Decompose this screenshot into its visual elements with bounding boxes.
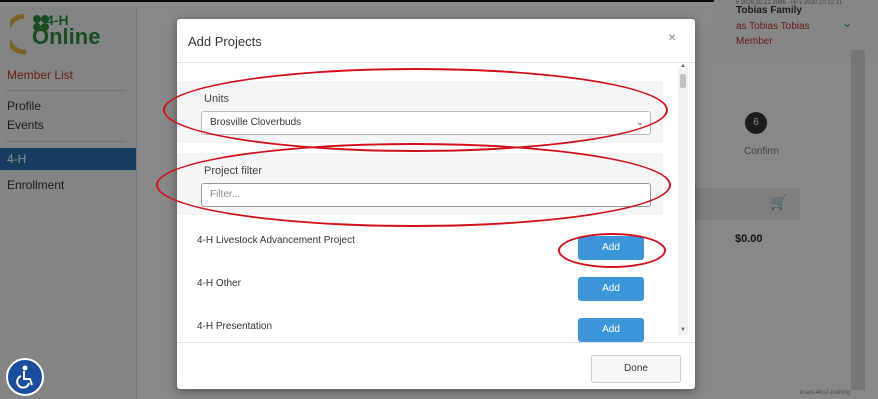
modal-title: Add Projects [188,34,262,49]
accessibility-button[interactable] [6,358,44,396]
project-row: 4-H Presentation Add [197,308,657,351]
modal-scrollbar[interactable] [678,68,688,336]
scroll-down-icon[interactable]: ▼ [680,327,686,333]
add-project-button[interactable]: Add [578,318,644,342]
scroll-up-icon[interactable]: ▲ [680,63,686,69]
close-icon[interactable]: × [668,29,676,45]
project-row: 4-H Other Add [197,265,657,309]
annotation-ellipse-filter [156,143,671,227]
project-name: 4-H Other [197,278,241,289]
wheelchair-icon [16,365,33,389]
annotation-ellipse-add [558,233,666,268]
project-name: 4-H Presentation [197,321,273,332]
project-name: 4-H Livestock Advancement Project [197,235,355,246]
add-project-button[interactable]: Add [578,277,644,301]
modal-header-divider [177,62,695,63]
done-button[interactable]: Done [591,355,681,383]
modal-footer-divider [177,342,695,343]
annotation-ellipse-units [163,68,668,152]
modal-scrollbar-thumb[interactable] [680,74,686,88]
